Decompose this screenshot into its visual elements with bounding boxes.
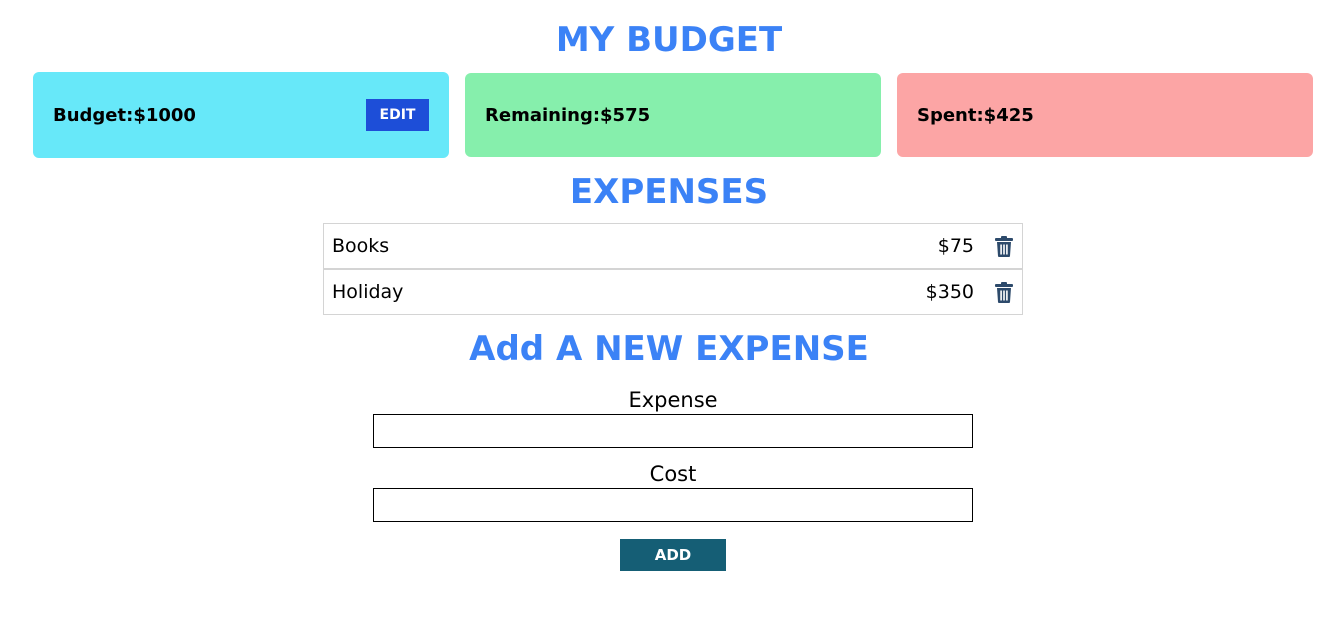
expenses-title: EXPENSES bbox=[569, 172, 769, 212]
trash-icon[interactable] bbox=[995, 235, 1013, 257]
delete-expense-button[interactable] bbox=[994, 235, 1014, 257]
expense-row: Books $75 bbox=[323, 223, 1023, 269]
add-expense-title: Add A NEW EXPENSE bbox=[469, 329, 869, 369]
spent-card: Spent:$425 bbox=[897, 73, 1313, 157]
expense-input[interactable] bbox=[373, 414, 973, 448]
expense-name: Holiday bbox=[332, 281, 404, 303]
expense-row: Holiday $350 bbox=[323, 269, 1023, 315]
expense-name: Books bbox=[332, 235, 390, 257]
trash-icon[interactable] bbox=[995, 281, 1013, 303]
page-title: MY BUDGET bbox=[555, 20, 783, 60]
cost-label: Cost bbox=[649, 462, 697, 486]
expense-cost: $350 bbox=[925, 281, 974, 303]
budget-card: Budget:$1000 EDIT bbox=[33, 72, 449, 158]
remaining-text: Remaining:$575 bbox=[485, 104, 651, 126]
add-button[interactable]: ADD bbox=[620, 539, 726, 571]
expenses-list: Books $75 Holiday $350 bbox=[323, 223, 1023, 315]
spent-text: Spent:$425 bbox=[917, 104, 1034, 126]
cost-input[interactable] bbox=[373, 488, 973, 522]
remaining-card: Remaining:$575 bbox=[465, 73, 881, 157]
budget-text: Budget:$1000 bbox=[53, 104, 196, 126]
add-expense-form: Expense Cost bbox=[373, 386, 973, 522]
edit-budget-button[interactable]: EDIT bbox=[366, 99, 429, 131]
expense-cost: $75 bbox=[937, 235, 974, 257]
expense-label: Expense bbox=[628, 388, 718, 412]
delete-expense-button[interactable] bbox=[994, 281, 1014, 303]
